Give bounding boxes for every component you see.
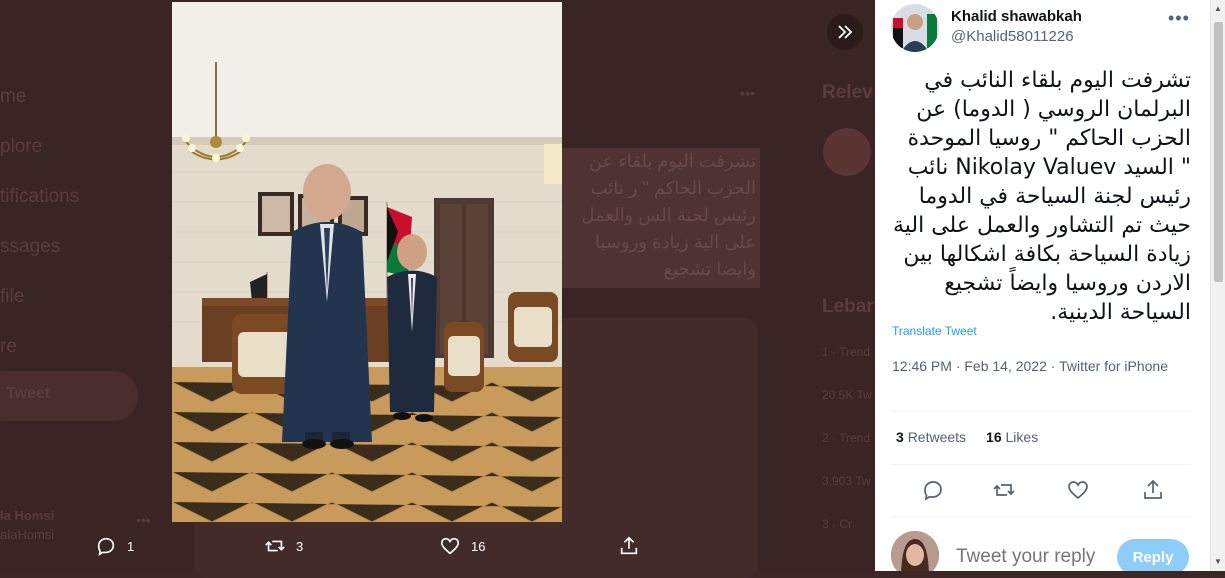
background-relevant-heading: Relev	[822, 82, 873, 103]
retweet-button[interactable]	[992, 478, 1016, 502]
nav-messages: ssages	[0, 236, 61, 257]
author-handle[interactable]: @Khalid58011226	[951, 28, 1074, 45]
engagement-counts: 3 Retweets 16 Likes	[896, 429, 1038, 445]
reply-icon	[97, 537, 115, 556]
retweets-label: Retweets	[907, 429, 967, 445]
collapse-panel-button[interactable]	[827, 14, 863, 50]
background-lebanon-heading: Lebar	[822, 296, 874, 317]
media-like-button[interactable]: 16	[439, 535, 485, 557]
scrollbar-thumb[interactable]	[1214, 22, 1223, 282]
likes-label: Likes	[1005, 429, 1039, 445]
background-tweet-excerpt: تشرفت اليوم بلقاء عن الحزب الحاكم " ر نا…	[562, 148, 760, 288]
user-avatar[interactable]	[891, 531, 939, 571]
author-avatar[interactable]	[891, 4, 939, 52]
like-button[interactable]	[1066, 478, 1090, 502]
background-account-name: la Homsi	[0, 508, 55, 523]
reply-submit-button[interactable]: Reply	[1117, 539, 1189, 571]
author-name[interactable]: Khalid shawabkah	[951, 8, 1082, 25]
background-trend-1: 1 · Trend	[822, 345, 871, 359]
heart-icon	[1068, 481, 1088, 500]
scrollbar[interactable]: ▲ ▼	[1210, 0, 1225, 571]
tweet-timestamp[interactable]: 12:46 PM · Feb 14, 2022 · Twitter for iP…	[892, 356, 1182, 376]
media-retweet-button[interactable]: 3	[264, 535, 303, 557]
tweet-photo[interactable]	[172, 2, 562, 522]
nav-home: me	[0, 86, 27, 107]
translate-tweet-link[interactable]: Translate Tweet	[892, 324, 977, 338]
heart-icon	[440, 537, 460, 555]
divider	[891, 411, 1191, 412]
scroll-up-arrow-icon[interactable]: ▲	[1214, 4, 1222, 13]
background-avatar	[823, 128, 871, 176]
likes-count: 16	[986, 429, 1002, 445]
media-reply-count: 1	[127, 538, 135, 554]
more-options-icon[interactable]: •••	[1168, 8, 1190, 29]
retweet-icon	[265, 540, 285, 552]
background-nav: me plore tifications ssages file re	[0, 72, 79, 372]
background-trend-3: 2 · Trend	[822, 431, 871, 445]
scroll-down-arrow-icon[interactable]: ▼	[1214, 557, 1222, 566]
background-trend-2: 20.5K Tw	[822, 388, 872, 402]
retweet-icon	[993, 484, 1015, 496]
reply-button[interactable]	[921, 478, 945, 502]
likes-link[interactable]: 16 Likes	[986, 429, 1038, 445]
background-tweet-button-label: Tweet	[6, 385, 51, 402]
media-reply-button[interactable]: 1	[95, 535, 134, 557]
tweet-text: تشرفت اليوم بلقاء النائب في البرلمان الر…	[892, 68, 1191, 325]
reply-icon	[924, 481, 942, 501]
share-button[interactable]	[1141, 478, 1165, 502]
media-action-bar: 1 3 16	[0, 525, 875, 569]
media-like-count: 16	[471, 538, 486, 554]
media-retweet-count: 3	[296, 538, 304, 554]
double-chevron-right-icon	[838, 25, 853, 39]
nav-more: re	[0, 336, 17, 357]
reply-input[interactable]	[954, 545, 1108, 569]
nav-profile: file	[0, 286, 25, 307]
retweets-count: 3	[896, 429, 904, 445]
divider	[891, 516, 1191, 517]
tweet-detail-panel: Khalid shawabkah @Khalid58011226 ••• تشر…	[875, 0, 1210, 571]
retweets-link[interactable]: 3 Retweets	[896, 429, 966, 445]
media-share-button[interactable]	[618, 535, 640, 557]
share-icon	[1144, 479, 1162, 499]
divider	[891, 464, 1191, 465]
share-icon	[620, 536, 638, 555]
tweet-actions	[891, 478, 1191, 502]
background-trend-4: 3,903 Tw	[822, 474, 871, 488]
nav-explore: plore	[0, 136, 43, 157]
nav-notifications: tifications	[0, 186, 80, 207]
background-more-icon: •••	[740, 85, 755, 101]
background-tweet-button: Tweet	[0, 371, 138, 421]
